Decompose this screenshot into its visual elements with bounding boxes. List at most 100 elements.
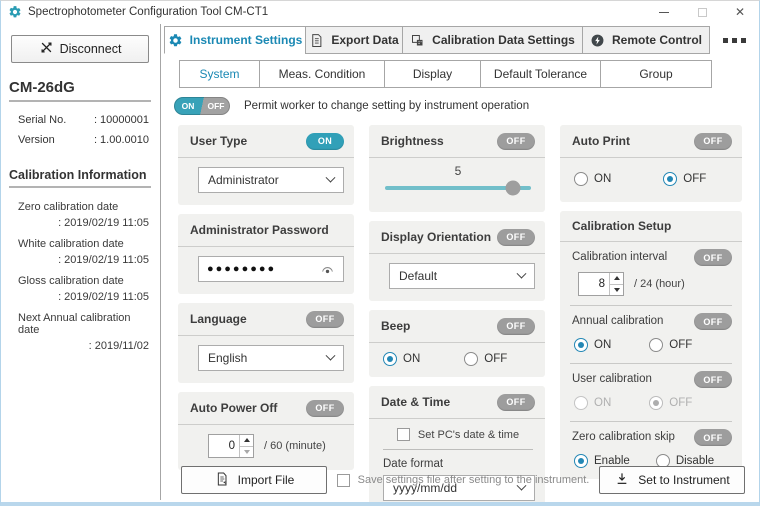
display-orientation-card: Display Orientation OFF Default (369, 221, 545, 301)
annual-calibration-state-badge[interactable]: OFF (694, 313, 732, 330)
user-calibration-section: User calibration OFF ON OFF (560, 364, 742, 421)
user-type-state-badge[interactable]: ON (306, 133, 344, 150)
radio-icon (383, 352, 397, 366)
beep-card: Beep OFF ON OFF (369, 310, 545, 377)
admin-password-card: Administrator Password ●●●●●●●● (178, 214, 354, 294)
divider (9, 186, 151, 188)
language-card: Language OFF English (178, 303, 354, 383)
tab-remote-control[interactable]: Remote Control (582, 26, 710, 54)
brightness-state-badge[interactable]: OFF (497, 133, 535, 150)
cal-item-value: : 2019/11/02 (1, 338, 159, 356)
circle-bolt-icon (590, 33, 605, 48)
radio-icon (663, 172, 677, 186)
auto-power-off-state-badge[interactable]: OFF (306, 400, 344, 417)
cal-item-value: : 2019/02/19 11:05 (1, 252, 159, 270)
set-to-instrument-button[interactable]: Set to Instrument (599, 466, 745, 494)
subtab-group[interactable]: Group (600, 60, 712, 88)
set-pc-datetime-checkbox[interactable]: Set PC's date & time (381, 426, 535, 449)
subtab-meas-condition[interactable]: Meas. Condition (259, 60, 385, 88)
subtab-label: Default Tolerance (494, 67, 587, 81)
auto-print-on-radio[interactable]: ON (574, 172, 611, 186)
spin-down-button[interactable] (610, 284, 623, 296)
auto-power-off-spinner[interactable]: 0 (208, 434, 254, 458)
serial-label: Serial No. (18, 114, 66, 126)
tab-instrument-settings[interactable]: Instrument Settings (164, 26, 306, 54)
annual-calibration-label: Annual calibration (572, 313, 663, 327)
beep-on-radio[interactable]: ON (383, 352, 420, 366)
radio-icon (649, 396, 663, 410)
permit-row: ON OFF Permit worker to change setting b… (174, 96, 759, 116)
radio-label: OFF (683, 173, 706, 185)
display-orientation-select[interactable]: Default (389, 263, 535, 289)
radio-label: ON (403, 353, 420, 365)
title-bar: Spectrophotometer Configuration Tool CM-… (1, 1, 759, 23)
more-tabs-button[interactable] (712, 26, 756, 54)
auto-power-off-card: Auto Power Off OFF 0 (178, 392, 354, 470)
brightness-slider[interactable] (385, 186, 531, 190)
app-icon (8, 5, 22, 19)
chevron-down-icon (326, 350, 336, 360)
disconnect-button[interactable]: Disconnect (11, 35, 149, 63)
calibration-info-heading: Calibration Information (9, 168, 151, 182)
save-settings-checkbox[interactable]: Save settings file after setting to the … (327, 474, 599, 487)
password-value: ●●●●●●●● (207, 263, 276, 275)
settings-columns: User Type ON Administrator Administrator… (178, 125, 759, 506)
user-type-select[interactable]: Administrator (198, 167, 344, 193)
calibration-interval-spinner[interactable]: 8 (578, 272, 624, 296)
beep-state-badge[interactable]: OFF (497, 318, 535, 335)
annual-calibration-on-radio[interactable]: ON (574, 338, 611, 352)
footer-bar: Import File Save settings file after set… (181, 466, 745, 494)
radio-label: ON (594, 339, 611, 351)
spinner-value: 8 (579, 273, 609, 295)
subtab-system[interactable]: System (179, 60, 260, 88)
user-calibration-on-radio[interactable]: ON (574, 396, 611, 410)
slider-thumb[interactable] (506, 181, 521, 196)
brightness-card: Brightness OFF 5 (369, 125, 545, 212)
tab-calibration-data-settings[interactable]: Calibration Data Settings (402, 26, 583, 54)
disconnect-icon (39, 40, 54, 58)
minimize-button[interactable] (645, 1, 683, 23)
spin-up-button[interactable] (610, 273, 623, 284)
date-time-state-badge[interactable]: OFF (497, 394, 535, 411)
eye-icon[interactable] (320, 262, 335, 277)
spinner-suffix: / 24 (hour) (634, 278, 685, 290)
spin-down-button[interactable] (240, 446, 253, 458)
display-orientation-title: Display Orientation (381, 230, 491, 244)
beep-off-radio[interactable]: OFF (464, 352, 507, 366)
toggle-off-label: OFF (202, 97, 230, 115)
date-time-title: Date & Time (381, 395, 450, 409)
display-orientation-state-badge[interactable]: OFF (497, 229, 535, 246)
radio-icon (649, 338, 663, 352)
subtab-label: System (199, 67, 239, 81)
auto-print-off-radio[interactable]: OFF (663, 172, 706, 186)
spinner-suffix: / 60 (minute) (264, 440, 326, 452)
maximize-button[interactable] (683, 1, 721, 23)
annual-calibration-off-radio[interactable]: OFF (649, 338, 692, 352)
radio-icon (574, 172, 588, 186)
main-area: Instrument Settings Export Data Calibrat… (161, 23, 759, 502)
subtab-default-tolerance[interactable]: Default Tolerance (480, 60, 601, 88)
tab-label: Export Data (331, 33, 398, 47)
admin-password-field[interactable]: ●●●●●●●● (198, 256, 344, 282)
language-select[interactable]: English (198, 345, 344, 371)
import-file-button[interactable]: Import File (181, 466, 327, 494)
app-window: Spectrophotometer Configuration Tool CM-… (0, 0, 760, 506)
user-calibration-off-radio[interactable]: OFF (649, 396, 692, 410)
subtab-display[interactable]: Display (384, 60, 481, 88)
tab-export-data[interactable]: Export Data (305, 26, 403, 54)
spinner-value: 0 (209, 435, 239, 457)
auto-print-state-badge[interactable]: OFF (694, 133, 732, 150)
sidebar: Disconnect CM-26dG Serial No. : 10000001… (1, 23, 159, 502)
user-calibration-state-badge[interactable]: OFF (694, 371, 732, 388)
spin-up-button[interactable] (240, 435, 253, 446)
save-settings-label: Save settings file after setting to the … (358, 474, 590, 486)
zero-calibration-skip-state-badge[interactable]: OFF (694, 429, 732, 446)
permit-toggle[interactable]: ON OFF (174, 97, 230, 115)
close-button[interactable]: ✕ (721, 1, 759, 23)
tab-label: Instrument Settings (190, 33, 303, 47)
user-type-card: User Type ON Administrator (178, 125, 354, 205)
cal-item-label: White calibration date (1, 233, 159, 252)
calibration-interval-state-badge[interactable]: OFF (694, 249, 732, 266)
language-state-badge[interactable]: OFF (306, 311, 344, 328)
subtab-bar: System Meas. Condition Display Default T… (179, 60, 759, 88)
